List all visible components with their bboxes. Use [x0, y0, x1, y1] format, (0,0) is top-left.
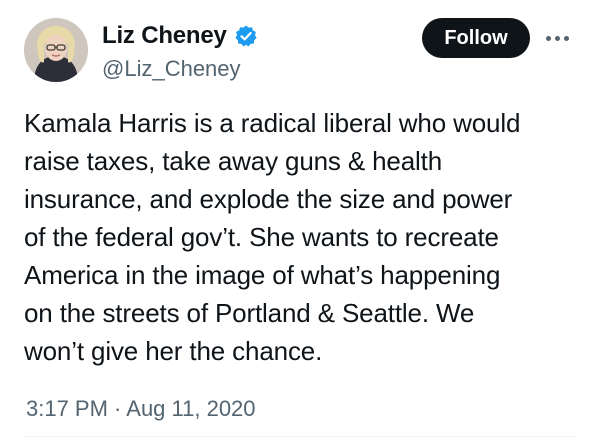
more-dot	[563, 35, 569, 41]
author-handle[interactable]: @Liz_Cheney	[102, 56, 241, 82]
tweet-timestamp[interactable]: 3:17 PM · Aug 11, 2020	[26, 396, 256, 422]
author-display-name[interactable]: Liz Cheney	[102, 22, 227, 50]
author-name-row[interactable]: Liz Cheney	[102, 22, 258, 50]
more-dot	[545, 35, 551, 41]
tweet-text: Kamala Harris is a radical liberal who w…	[24, 108, 521, 366]
verified-badge-icon	[234, 24, 258, 48]
more-dot	[554, 35, 560, 41]
avatar-image	[24, 18, 88, 82]
avatar[interactable]	[24, 18, 88, 82]
more-options-icon[interactable]	[540, 24, 574, 52]
follow-button[interactable]: Follow	[422, 18, 530, 58]
